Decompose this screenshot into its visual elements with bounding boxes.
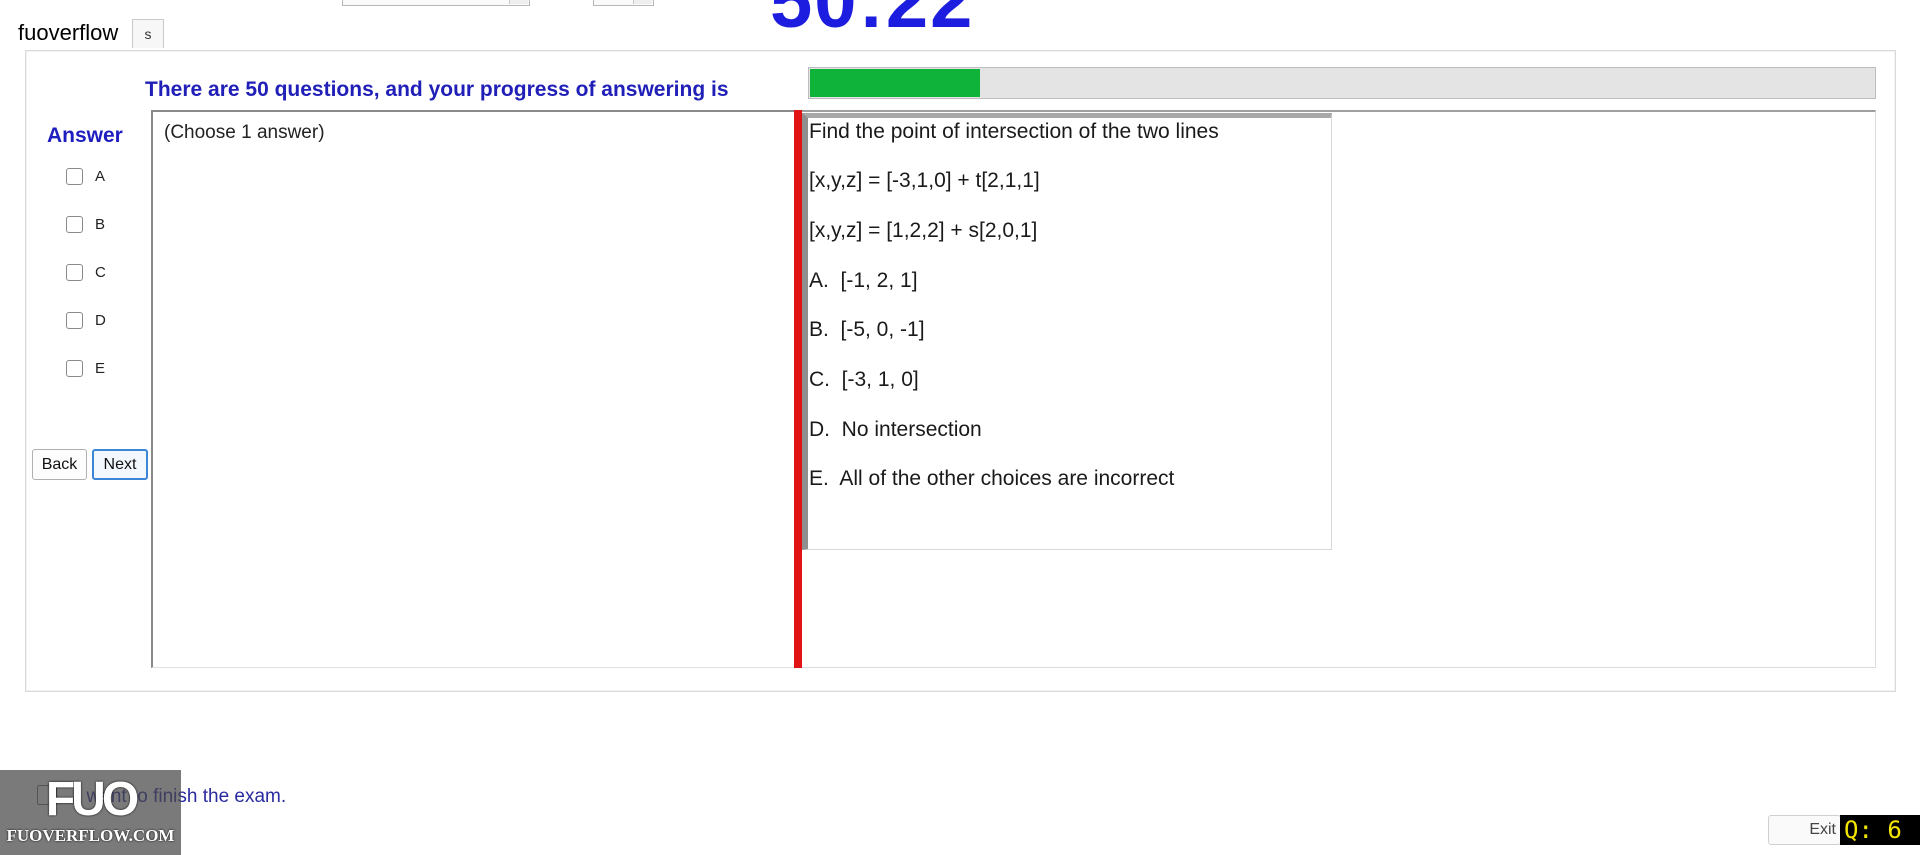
logo-text: FUO <box>45 773 139 826</box>
checkbox-c[interactable] <box>66 263 83 281</box>
logo-url: FUOVERFLOW.COM <box>6 826 175 845</box>
top-combobox-2[interactable] <box>593 0 654 6</box>
answer-hint: (Choose 1 answer) <box>164 122 325 143</box>
next-button[interactable]: Next <box>92 449 148 480</box>
option-label: C <box>95 263 106 281</box>
checkbox-b[interactable] <box>66 215 83 233</box>
choice-e: E. All of the other choices are incorrec… <box>809 467 1175 490</box>
question-stem: Find the point of intersection of the tw… <box>809 120 1219 143</box>
back-button[interactable]: Back <box>32 449 87 480</box>
watermark-logo: FUO FUOVERFLOW.COM <box>0 770 181 855</box>
answer-option-d[interactable]: D <box>66 309 106 331</box>
answer-option-b[interactable]: B <box>66 213 105 235</box>
answer-heading: Answer <box>47 124 123 147</box>
choice-b: B. [-5, 0, -1] <box>809 318 925 341</box>
app-title: fuoverflow <box>18 20 119 45</box>
splitter-handle[interactable] <box>794 110 802 668</box>
question-line-2: [x,y,z] = [1,2,2] + s[2,0,1] <box>809 219 1038 242</box>
option-label: B <box>95 215 106 233</box>
checkbox-d[interactable] <box>66 311 83 329</box>
option-label: E <box>95 359 106 377</box>
progress-bar <box>808 67 1876 99</box>
exam-timer: 50:22 <box>770 0 975 44</box>
dropdown-arrow-icon <box>633 0 652 4</box>
question-counter: Q: 6 <box>1840 815 1920 845</box>
checkbox-a[interactable] <box>66 167 83 185</box>
choice-d: D. No intersection <box>809 418 982 441</box>
dropdown-arrow-icon <box>509 0 528 4</box>
answer-option-c[interactable]: C <box>66 261 106 283</box>
answer-panel: (Choose 1 answer) <box>151 110 795 668</box>
answer-option-a[interactable]: A <box>66 165 105 187</box>
answer-option-e[interactable]: E <box>66 357 105 379</box>
option-label: A <box>95 167 106 185</box>
option-label: D <box>95 311 106 329</box>
progress-bar-fill <box>810 69 980 97</box>
top-combobox-1[interactable] <box>342 0 530 6</box>
choice-c: C. [-3, 1, 0] <box>809 368 919 391</box>
choice-a: A. [-1, 2, 1] <box>809 269 918 292</box>
tab-partial[interactable]: s <box>132 19 164 48</box>
checkbox-e[interactable] <box>66 359 83 377</box>
progress-label: There are 50 questions, and your progres… <box>145 78 729 101</box>
question-line-1: [x,y,z] = [-3,1,0] + t[2,1,1] <box>809 169 1040 192</box>
exit-button[interactable]: Exit <box>1768 815 1841 845</box>
